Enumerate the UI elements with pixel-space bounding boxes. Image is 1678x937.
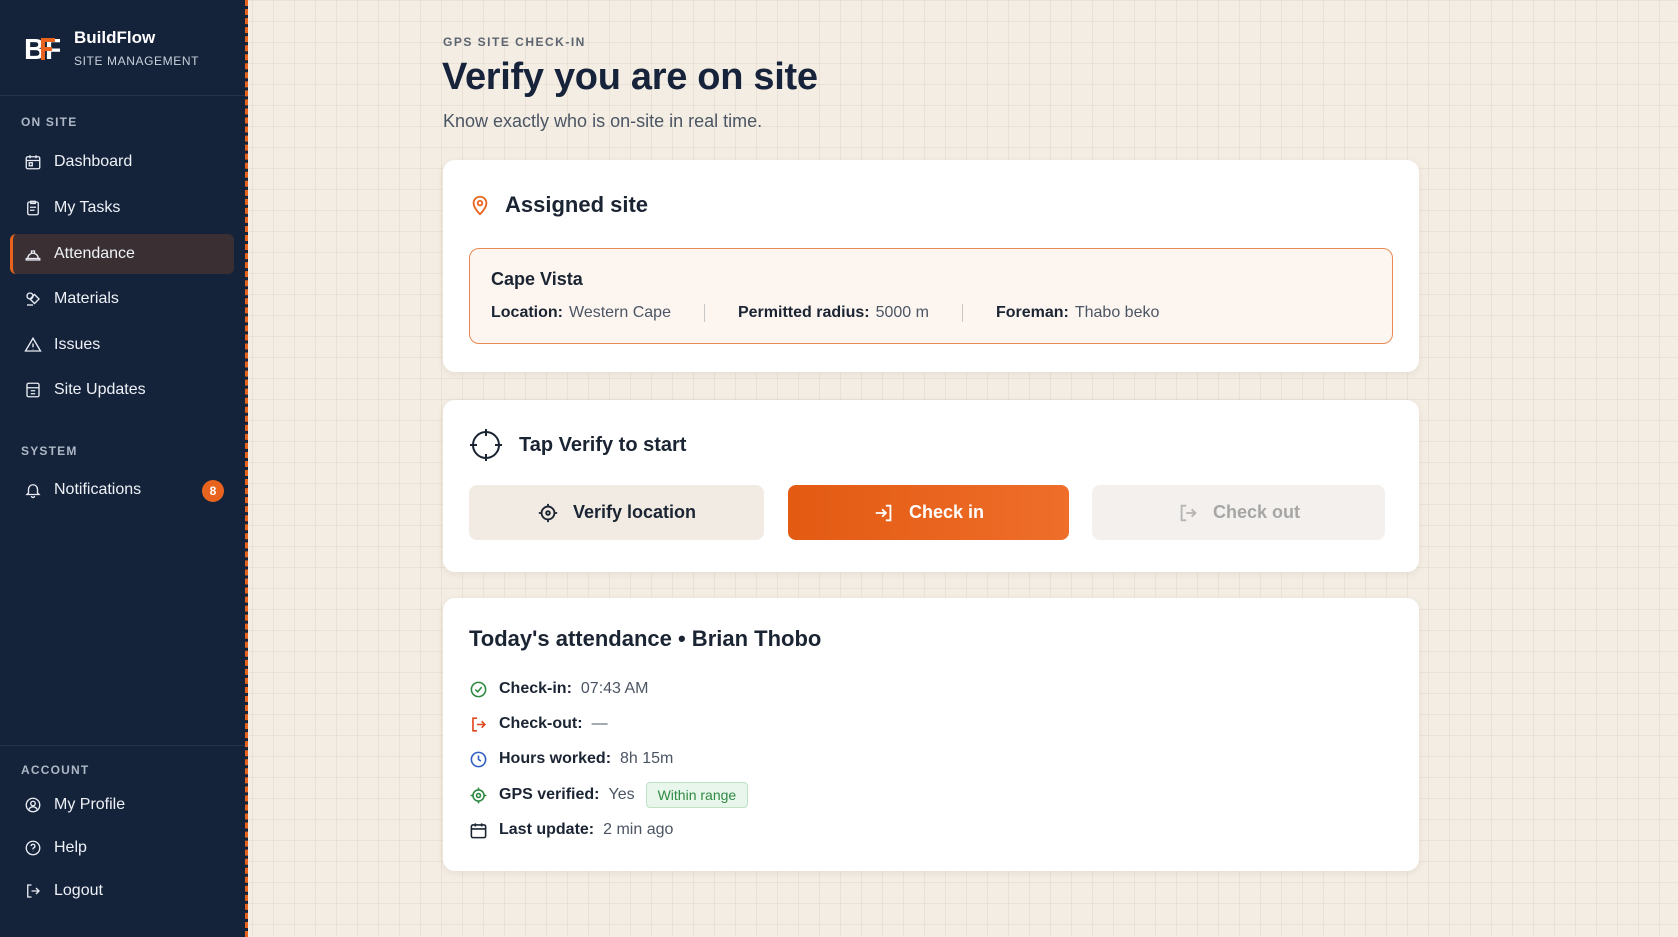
assigned-site-title: Assigned site: [505, 192, 649, 217]
page-title: Verify you are on site: [442, 56, 818, 98]
section-label-system: SYSTEM: [21, 444, 78, 458]
clock-icon: [469, 750, 499, 769]
sidebar-item-dashboard[interactable]: Dashboard: [10, 142, 234, 182]
map-pin-icon: [469, 193, 491, 217]
sidebar-item-issues[interactable]: Issues: [10, 325, 234, 365]
meta-separator: [703, 304, 705, 322]
hours-worked-label: Hours worked:: [499, 750, 612, 767]
check-in-label: Check-in:: [499, 680, 572, 697]
verify-location-label: Verify location: [572, 502, 697, 522]
verify-location-button[interactable]: Verify location: [469, 485, 764, 540]
sidebar-item-attendance[interactable]: Attendance: [10, 234, 234, 274]
location-label: Location:: [491, 304, 563, 321]
sidebar-item-label: Help: [54, 839, 87, 856]
materials-icon: [23, 289, 43, 309]
verify-heading: Tap Verify to start: [469, 428, 686, 462]
attendance-row-last-update: Last update: 2 min ago: [469, 819, 673, 841]
sidebar-item-logout[interactable]: Logout: [10, 871, 234, 911]
site-details-box: Cape Vista Location: Western Cape Permit…: [469, 248, 1393, 344]
sidebar-item-label: Materials: [54, 290, 119, 307]
attendance-row-gps: GPS verified: Yes Within range: [469, 782, 749, 808]
logout-arrow-icon: [1177, 502, 1213, 524]
site-meta: Location: Western Cape Permitted radius:…: [491, 304, 1159, 322]
check-out-label: Check out: [1212, 502, 1300, 522]
divider: [0, 95, 245, 96]
sidebar-item-my-profile[interactable]: My Profile: [10, 785, 234, 825]
attendance-row-check-out: Check-out: —: [469, 713, 608, 735]
verify-title: Tap Verify to start: [519, 433, 687, 456]
sidebar-item-label: Dashboard: [54, 153, 133, 170]
sidebar: BF BuildFlow SITE MANAGEMENT ON SITE Das…: [0, 0, 248, 937]
section-label-account: ACCOUNT: [21, 763, 90, 777]
radius-value: 5000 m: [875, 304, 929, 321]
page-subtitle: Know exactly who is on-site in real time…: [443, 111, 763, 131]
logout-arrow-icon: [469, 715, 499, 734]
sidebar-item-label: My Profile: [54, 796, 126, 813]
meta-separator: [961, 304, 963, 322]
brand[interactable]: BF BuildFlow SITE MANAGEMENT: [24, 24, 199, 72]
target-icon: [537, 502, 573, 524]
bell-icon: [23, 480, 43, 500]
divider: [0, 745, 245, 746]
attendance-row-hours: Hours worked: 8h 15m: [469, 748, 673, 770]
check-in-button[interactable]: Check in: [788, 485, 1069, 540]
check-out-value: —: [591, 715, 608, 732]
page-eyebrow: GPS SITE CHECK-IN: [443, 35, 586, 49]
check-in-value: 07:43 AM: [580, 680, 649, 697]
sidebar-item-label: Issues: [54, 336, 101, 353]
within-range-badge: Within range: [645, 782, 749, 808]
profile-icon: [23, 795, 43, 815]
gps-verified-value: Yes: [608, 786, 635, 803]
verify-card: Tap Verify to start Verify location Chec…: [443, 400, 1419, 572]
sidebar-item-label: Logout: [54, 882, 103, 899]
clipboard-icon: [23, 198, 43, 218]
login-arrow-icon: [873, 502, 909, 524]
gps-verified-label: GPS verified:: [499, 786, 600, 803]
site-name: Cape Vista: [491, 269, 583, 289]
sidebar-item-label: Attendance: [54, 245, 135, 262]
dashboard-icon: [23, 152, 43, 172]
crosshair-icon: [469, 428, 503, 462]
sidebar-item-label: Site Updates: [54, 381, 146, 398]
sidebar-item-site-updates[interactable]: Site Updates: [10, 370, 234, 410]
sidebar-item-help[interactable]: Help: [10, 828, 234, 868]
sidebar-item-materials[interactable]: Materials: [10, 279, 234, 319]
assigned-site-heading: Assigned site: [469, 192, 648, 218]
attendance-row-check-in: Check-in: 07:43 AM: [469, 678, 649, 700]
attendance-card: Today's attendance • Brian Thobo Check-i…: [443, 598, 1419, 871]
check-out-button[interactable]: Check out: [1092, 485, 1385, 540]
hours-worked-value: 8h 15m: [620, 750, 674, 767]
sidebar-item-my-tasks[interactable]: My Tasks: [10, 188, 234, 228]
last-update-value: 2 min ago: [603, 821, 674, 838]
check-out-label: Check-out:: [499, 715, 583, 732]
help-icon: [23, 838, 43, 858]
sidebar-item-label: Notifications: [54, 481, 142, 498]
buildflow-logo: BF: [24, 32, 60, 64]
notification-count-badge: 8: [202, 480, 224, 502]
updates-icon: [23, 380, 43, 400]
foreman-label: Foreman:: [995, 304, 1069, 321]
sidebar-item-notifications[interactable]: Notifications 8: [10, 470, 234, 510]
gps-target-icon: [469, 786, 499, 805]
hard-hat-icon: [23, 244, 43, 264]
check-in-label: Check in: [908, 502, 985, 522]
calendar-icon: [469, 821, 499, 840]
location-value: Western Cape: [569, 304, 671, 321]
radius-label: Permitted radius:: [737, 304, 870, 321]
logout-icon: [23, 881, 43, 901]
sidebar-item-label: My Tasks: [54, 199, 121, 216]
section-label-on-site: ON SITE: [21, 115, 78, 129]
warning-icon: [23, 335, 43, 355]
last-update-label: Last update:: [499, 821, 595, 838]
check-circle-icon: [469, 680, 499, 699]
foreman-value: Thabo beko: [1074, 304, 1160, 321]
attendance-title: Today's attendance • Brian Thobo: [469, 626, 822, 651]
assigned-site-card: Assigned site Cape Vista Location: Weste…: [443, 160, 1419, 372]
brand-title: BuildFlow: [74, 28, 156, 47]
brand-subtitle: SITE MANAGEMENT: [74, 54, 200, 68]
